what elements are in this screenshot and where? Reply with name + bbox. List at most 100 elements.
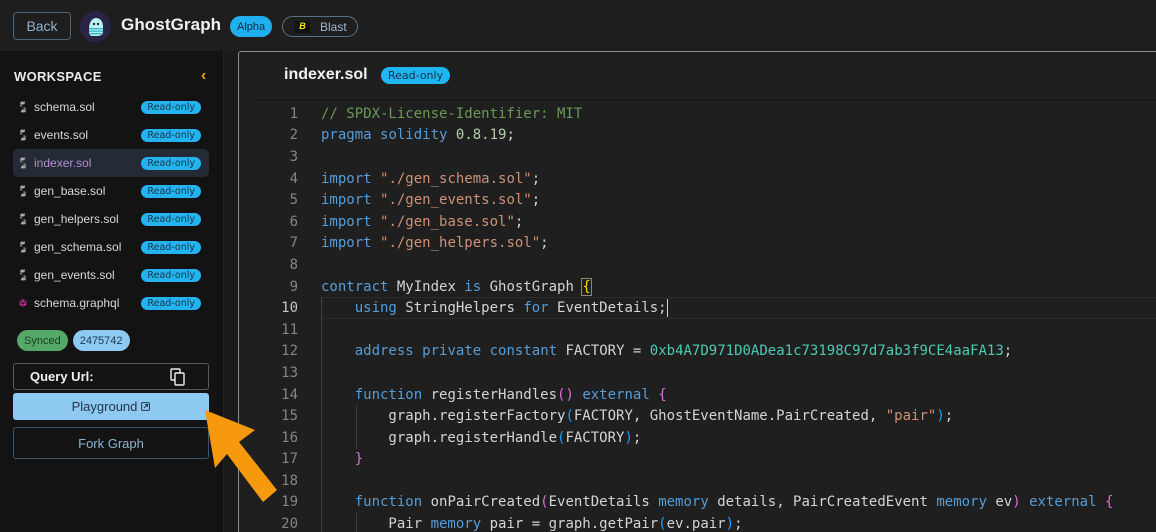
code-line[interactable]: 3 [239,146,1156,168]
line-text: pragma solidity 0.8.19; [321,127,515,143]
workspace-title: WORKSPACE [14,69,102,84]
code-token: ) [624,429,633,446]
line-number: 16 [281,429,298,446]
file-item[interactable]: gen_base.sol Read-only [13,177,209,205]
top-bar: Back GhostGraph Alpha B Blast [0,0,1156,51]
code-line[interactable]: 8 [239,254,1156,276]
line-number: 1 [289,105,298,122]
code-line[interactable]: 17 } [239,448,1156,471]
code-token: FACTORY, GhostEventName.PairCreated, [573,408,886,425]
external-link-icon [141,402,151,411]
solidity-icon [19,129,27,141]
indent-guide [321,362,322,384]
code-line[interactable]: 13 [239,362,1156,384]
query-url-button[interactable]: Query Url: [13,363,209,390]
file-name: gen_helpers.sol [34,212,119,226]
read-only-badge: Read-only [141,128,201,142]
code-area[interactable]: 1 // SPDX-License-Identifier: MIT 2 pragma … [239,103,1156,532]
read-only-badge: Read-only [141,184,201,198]
code-token: ) [1012,494,1021,511]
synced-badge: Synced [17,330,68,351]
read-only-badge: Read-only [381,67,451,84]
code-token: "./gen_helpers.sol" [380,235,541,252]
code-line[interactable]: 7 import "./gen_helpers.sol"; [239,233,1156,255]
code-token: ; [514,213,524,230]
code-line[interactable]: 11 [239,318,1156,341]
code-line[interactable]: 9 contract MyIndex is GhostGraph { [239,276,1156,298]
file-item[interactable]: indexer.sol Read-only [13,149,209,177]
code-token: ; [632,429,642,446]
code-token: address [354,343,414,360]
code-token: GhostGraph [481,278,583,295]
line-number: 11 [281,321,298,338]
line-number: 8 [289,256,298,273]
fork-graph-button[interactable]: Fork Graph [13,427,209,459]
line-number: 20 [281,516,298,532]
file-item[interactable]: schema.sol Read-only [13,93,209,121]
read-only-badge: Read-only [141,268,201,282]
line-number: 9 [289,278,298,295]
code-token: MyIndex [388,278,465,295]
line-number: 13 [281,364,298,381]
code-line[interactable]: 2 pragma solidity 0.8.19; [239,125,1156,147]
editor-file-title: indexer.sol [284,66,368,83]
line-number: 4 [289,170,298,187]
app-title: GhostGraph [121,15,222,34]
code-token: import [321,170,372,187]
read-only-badge: Read-only [141,156,201,170]
code-token: pair = graph.getPair [481,516,659,532]
code-token: function [354,494,423,511]
line-number: 10 [281,300,298,317]
copy-icon[interactable] [170,368,186,386]
code-line[interactable]: 6 import "./gen_base.sol"; [239,211,1156,233]
code-line[interactable]: 4 import "./gen_schema.sol"; [239,168,1156,190]
indent-guide [321,318,322,341]
code-token: contract [321,278,389,295]
code-token: () [557,386,574,403]
blast-logo-icon: B [295,20,310,33]
code-line[interactable]: 5 import "./gen_events.sol"; [239,189,1156,211]
block-number-badge: 2475742 [72,330,130,351]
code-token: import [321,192,372,209]
code-line[interactable]: 18 [239,470,1156,492]
code-line[interactable]: 20 Pair memory pair = graph.getPair(ev.p… [239,513,1156,532]
line-text: function registerHandles() external { [321,387,667,403]
code-token: external [1029,494,1097,511]
code-line[interactable]: 15 graph.registerFactory(FACTORY, GhostE… [239,405,1156,427]
line-text: import "./gen_schema.sol"; [321,171,540,187]
code-token: for [523,300,549,317]
resize-handle[interactable] [223,51,236,532]
code-line[interactable]: 14 function registerHandles() external { [239,383,1156,406]
code-token: Pair [321,516,431,532]
file-item[interactable]: gen_helpers.sol Read-only [13,205,209,233]
file-item[interactable]: gen_events.sol Read-only [13,261,209,289]
code-token: } [354,451,364,468]
code-line[interactable]: 10 using StringHelpers for EventDetails; [239,297,1156,319]
code-token: ; [531,170,541,187]
code-token: function [354,386,423,403]
code-token: details, PairCreatedEvent [708,494,937,511]
code-line[interactable]: 12 address private constant FACTORY = 0x… [239,340,1156,363]
line-text: // SPDX-License-Identifier: MIT [321,106,582,122]
file-item[interactable]: schema.graphql Read-only [13,289,209,317]
code-token: "pair" [885,408,937,425]
playground-button[interactable]: Playground [13,393,209,420]
back-button[interactable]: Back [13,12,71,40]
playground-label: Playground [71,399,138,414]
code-line[interactable]: 1 // SPDX-License-Identifier: MIT [239,103,1156,125]
code-token: memory [936,494,987,511]
code-token: constant [489,343,558,360]
collapse-sidebar-chevron-icon[interactable]: ‹ [201,68,206,84]
solidity-icon [19,185,27,197]
indent-guide [321,470,322,492]
chain-badge[interactable]: B Blast [282,16,358,37]
file-item[interactable]: gen_schema.sol Read-only [13,233,209,261]
code-token: { [1104,494,1114,511]
code-line[interactable]: 19 function onPairCreated(EventDetails m… [239,491,1156,514]
code-line[interactable]: 16 graph.registerHandle(FACTORY); [239,426,1156,449]
file-item[interactable]: events.sol Read-only [13,121,209,149]
